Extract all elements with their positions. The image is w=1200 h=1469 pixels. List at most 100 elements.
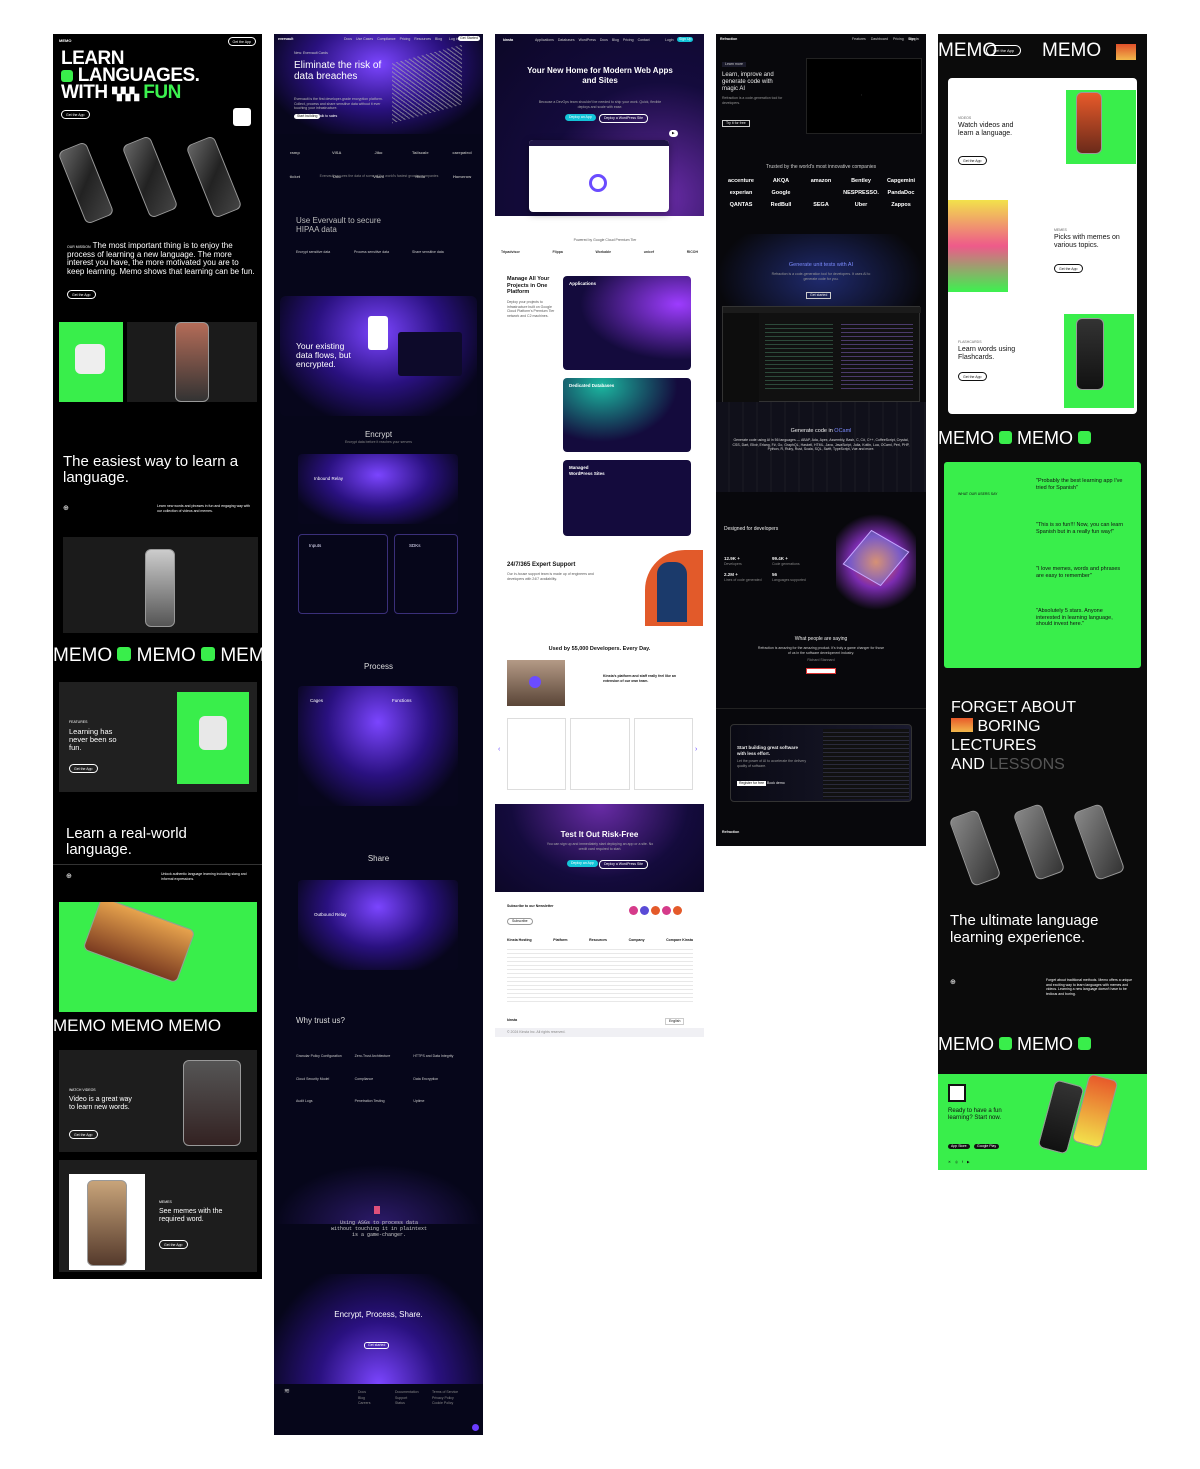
nav-features[interactable]: Features <box>852 37 866 42</box>
nav-docs[interactable]: Docs <box>600 38 608 43</box>
realworld-subtext: Unlock authentic language learning inclu… <box>161 872 247 881</box>
language-select[interactable]: English <box>665 1018 685 1025</box>
flash-get-app-button[interactable]: Get the App <box>958 372 987 381</box>
nav-databases[interactable]: Databases <box>558 38 575 43</box>
book-demo-button[interactable]: Book demo <box>767 781 785 786</box>
signup-button[interactable]: Sign Up <box>677 37 694 42</box>
start-building-button[interactable]: Start building <box>294 114 321 119</box>
test-deploy-app-button[interactable]: Deploy an App <box>567 860 598 867</box>
play-icon[interactable] <box>529 676 541 688</box>
memes-feature-card: MEMES See memes with the required word. … <box>59 1160 257 1272</box>
test-subtext: You can sign up and immediately start de… <box>546 842 654 851</box>
intro-get-app-button[interactable]: Get the App <box>67 290 96 299</box>
nav-blog[interactable]: Blog <box>435 37 442 42</box>
deploy-app-button[interactable]: Deploy an App <box>565 114 596 121</box>
footer-link[interactable]: Docs <box>358 1390 394 1395</box>
signup-button[interactable]: Get Started <box>458 36 480 41</box>
cta-editor-screenshot <box>823 729 909 799</box>
manage-subtext: Deploy your projects to infrastructure b… <box>507 300 555 318</box>
footer-link[interactable]: Terms of Service <box>432 1390 468 1395</box>
talk-to-sales-link[interactable]: Talk to sales <box>318 114 337 119</box>
get-app-button[interactable]: Get the App <box>986 45 1022 56</box>
nav-docs[interactable]: Docs <box>344 37 352 42</box>
nav-pricing[interactable]: Pricing <box>400 37 411 42</box>
final-get-started-button[interactable]: Get started <box>364 1342 390 1349</box>
evervault-logo[interactable]: evervault <box>278 37 293 42</box>
test-deploy-wordpress-button[interactable]: Deploy a WordPress Site <box>599 860 649 869</box>
badge-icon <box>629 906 638 915</box>
nav-wordpress[interactable]: WordPress <box>579 38 596 43</box>
nav-pricing[interactable]: Pricing <box>623 38 634 43</box>
footer-link[interactable]: Documentation <box>395 1390 431 1395</box>
footer-link[interactable]: Status <box>395 1401 431 1406</box>
outbound-relay-card: Outbound Relay <box>298 880 458 970</box>
try-free-button[interactable]: Try it for free <box>722 120 750 127</box>
chat-icon[interactable] <box>472 1424 479 1431</box>
nav-compliance[interactable]: Compliance <box>377 37 395 42</box>
trust-heading: Why trust us? <box>296 1016 345 1025</box>
announcement-badge[interactable]: New: Evervault Cards <box>294 51 328 56</box>
logos-title: Powered by Google Cloud Premium Tier <box>573 238 637 242</box>
deploy-wordpress-button[interactable]: Deploy a WordPress Site <box>599 114 649 123</box>
review-quote: "I love memes, words and phrases are eas… <box>1036 566 1121 579</box>
logo-google: Google <box>771 190 791 196</box>
chevron-left-icon[interactable]: ‹ <box>498 746 500 753</box>
hero-get-app-button[interactable]: Get the App <box>61 110 90 119</box>
footer-link[interactable]: Support <box>395 1396 431 1401</box>
unit-get-started-button[interactable]: Get started <box>806 292 832 299</box>
app-store-button[interactable]: App Store <box>948 1144 970 1149</box>
product-hunt-badge[interactable] <box>806 668 836 674</box>
footer-link[interactable]: Cookie Policy <box>432 1401 468 1406</box>
video-badge[interactable]: ▶ <box>669 130 678 137</box>
feature-get-app-button[interactable]: Get the App <box>69 764 98 773</box>
test-section: Test It Out Risk-Free You can sign up an… <box>495 804 704 892</box>
facebook-icon[interactable]: f <box>962 1160 963 1165</box>
nav-dashboard[interactable]: Dashboard <box>871 37 888 42</box>
kinsta-logo[interactable]: kinsta <box>503 38 513 43</box>
twitter-icon[interactable]: ✕ <box>948 1160 951 1165</box>
feature-label: FEATURES <box>69 720 88 724</box>
sign-in-link[interactable]: Sign in <box>908 37 919 42</box>
encrypt-subtext: Encrypt data before it reaches your serv… <box>345 440 412 444</box>
watch-get-app-button[interactable]: Get the App <box>958 156 987 165</box>
video-feature-card: WATCH VIDEOS Video is a great way to lea… <box>59 1050 257 1152</box>
logo-unicef: unicef <box>643 250 655 254</box>
subscribe-button[interactable]: Subscribe <box>507 918 533 925</box>
picks-get-app-button[interactable]: Get the App <box>1054 264 1083 273</box>
footer-logo[interactable]: Refraction <box>722 830 739 835</box>
youtube-icon[interactable]: ▶ <box>967 1160 970 1165</box>
qr-code-icon <box>948 1084 966 1102</box>
forget-heading: FORGET ABOUT BORING LECTURES AND LESSONS <box>951 699 1077 773</box>
phone-image <box>145 549 175 627</box>
logo-amazon: amazon <box>810 178 832 184</box>
footer-link[interactable]: Careers <box>358 1401 394 1406</box>
hero-video[interactable]: ▫ <box>806 58 922 134</box>
nav-use-cases[interactable]: Use Cases <box>356 37 373 42</box>
testimonial-quote: Refraction is amazing for the amazing pr… <box>757 646 885 655</box>
process-heading: Process <box>364 662 393 671</box>
instagram-icon[interactable]: ◎ <box>955 1160 958 1165</box>
cube-shape <box>842 529 910 587</box>
footer-link[interactable]: Blog <box>358 1396 394 1401</box>
register-free-button[interactable]: Register for free <box>737 781 767 786</box>
video-get-app-button[interactable]: Get the App <box>69 1130 98 1139</box>
nav-applications[interactable]: Applications <box>535 38 554 43</box>
testimonial-video[interactable] <box>507 660 565 706</box>
google-play-button[interactable]: Google Play <box>974 1144 1000 1149</box>
nav-resources[interactable]: Resources <box>414 37 431 42</box>
learn-more-badge[interactable]: Learn more <box>722 62 746 67</box>
memo-ticker-2: MEMO MEMO MEMO <box>53 1016 222 1035</box>
chevron-right-icon[interactable]: › <box>695 746 697 753</box>
phone-image <box>948 809 1002 887</box>
footer-link[interactable]: Privacy Policy <box>432 1396 468 1401</box>
get-app-button[interactable]: Get the App <box>227 37 256 46</box>
nav-blog[interactable]: Blog <box>612 38 619 43</box>
memo-logo[interactable]: MEMO <box>59 38 71 43</box>
nav-contact[interactable]: Contact <box>638 38 650 43</box>
memes-get-app-button[interactable]: Get the App <box>159 1240 188 1249</box>
login-link[interactable]: Login <box>665 38 674 43</box>
refraction-logo[interactable]: Refraction <box>720 37 737 42</box>
nav-pricing[interactable]: Pricing <box>893 37 904 42</box>
footer-logo[interactable]: kinsta <box>507 1018 517 1023</box>
glow-divider <box>274 1164 483 1224</box>
